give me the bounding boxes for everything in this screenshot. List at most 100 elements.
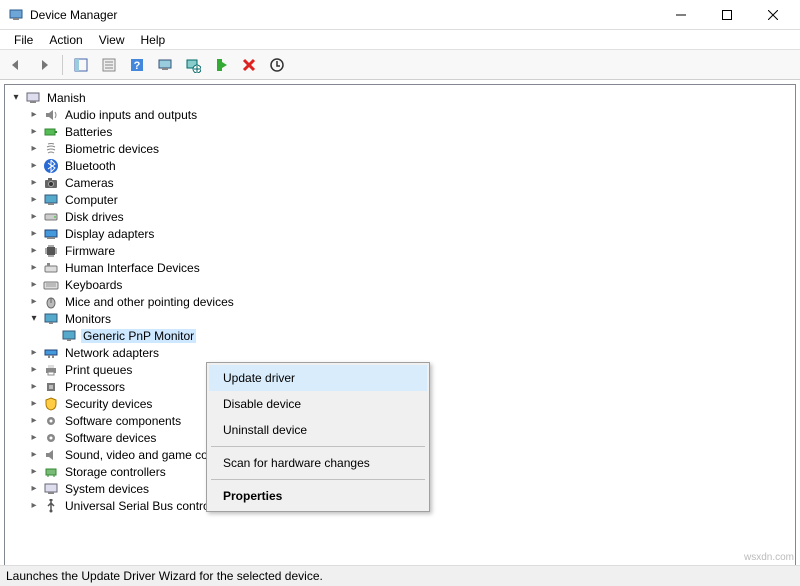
- network-icon: [43, 345, 59, 361]
- properties-button[interactable]: [97, 53, 121, 77]
- expander-icon[interactable]: [27, 346, 41, 360]
- tree-root[interactable]: Manish: [7, 89, 793, 106]
- expander-icon[interactable]: [27, 193, 41, 207]
- expander-icon[interactable]: [27, 142, 41, 156]
- tree-node-audio[interactable]: Audio inputs and outputs: [7, 106, 793, 123]
- tree-node-network[interactable]: Network adapters: [7, 344, 793, 361]
- tree-node-mice[interactable]: Mice and other pointing devices: [7, 293, 793, 310]
- toolbar: ?: [0, 50, 800, 80]
- watermark: wsxdn.com: [744, 552, 794, 563]
- tree-node-computer[interactable]: Computer: [7, 191, 793, 208]
- tree-root-label: Manish: [45, 91, 88, 105]
- expander-icon[interactable]: [27, 244, 41, 258]
- tree-node-monitors[interactable]: Monitors: [7, 310, 793, 327]
- menu-separator: [211, 479, 425, 480]
- show-hide-tree-button[interactable]: [69, 53, 93, 77]
- status-text: Launches the Update Driver Wizard for th…: [6, 569, 323, 583]
- disk-icon: [43, 209, 59, 225]
- pc-icon: [43, 192, 59, 208]
- expander-icon[interactable]: [27, 380, 41, 394]
- usb-icon: [43, 498, 59, 514]
- app-icon: [8, 7, 24, 23]
- menu-file[interactable]: File: [6, 31, 41, 49]
- maximize-button[interactable]: [704, 0, 750, 30]
- window-title: Device Manager: [30, 8, 658, 22]
- expander-icon[interactable]: [27, 312, 41, 326]
- title-bar: Device Manager: [0, 0, 800, 30]
- menu-update-driver[interactable]: Update driver: [209, 365, 427, 391]
- tree-node-batteries[interactable]: Batteries: [7, 123, 793, 140]
- forward-button[interactable]: [32, 53, 56, 77]
- tree-node-biometric[interactable]: Biometric devices: [7, 140, 793, 157]
- tree-node-display[interactable]: Display adapters: [7, 225, 793, 242]
- expander-icon[interactable]: [27, 363, 41, 377]
- tree-node-generic-pnp-monitor[interactable]: Generic PnP Monitor: [7, 327, 793, 344]
- menu-bar: File Action View Help: [0, 30, 800, 50]
- keyboard-icon: [43, 277, 59, 293]
- storage-icon: [43, 464, 59, 480]
- toolbar-separator: [62, 55, 63, 75]
- chip-icon: [43, 243, 59, 259]
- menu-scan-hardware[interactable]: Scan for hardware changes: [209, 450, 427, 476]
- expander-icon[interactable]: [27, 397, 41, 411]
- expander-icon[interactable]: [27, 414, 41, 428]
- expander-icon[interactable]: [27, 227, 41, 241]
- tree-node-keyboards[interactable]: Keyboards: [7, 276, 793, 293]
- bluetooth-icon: [43, 158, 59, 174]
- fingerprint-icon: [43, 141, 59, 157]
- expander-icon[interactable]: [27, 159, 41, 173]
- menu-disable-device[interactable]: Disable device: [209, 391, 427, 417]
- tree-node-hid[interactable]: Human Interface Devices: [7, 259, 793, 276]
- menu-uninstall-device[interactable]: Uninstall device: [209, 417, 427, 443]
- monitor-icon: [43, 311, 59, 327]
- context-menu: Update driver Disable device Uninstall d…: [206, 362, 430, 512]
- mouse-icon: [43, 294, 59, 310]
- menu-properties[interactable]: Properties: [209, 483, 427, 509]
- speaker-icon: [43, 447, 59, 463]
- shield-icon: [43, 396, 59, 412]
- expander-icon[interactable]: [27, 125, 41, 139]
- svg-text:?: ?: [134, 60, 141, 72]
- disable-device-button[interactable]: [237, 53, 261, 77]
- expander-icon[interactable]: [27, 108, 41, 122]
- tree-node-cameras[interactable]: Cameras: [7, 174, 793, 191]
- close-button[interactable]: [750, 0, 796, 30]
- help-button[interactable]: ?: [125, 53, 149, 77]
- monitor-icon: [61, 328, 77, 344]
- status-bar: Launches the Update Driver Wizard for th…: [0, 565, 800, 586]
- enable-device-button[interactable]: [209, 53, 233, 77]
- gear-icon: [43, 430, 59, 446]
- expander-icon[interactable]: [27, 431, 41, 445]
- hid-icon: [43, 260, 59, 276]
- cpu-icon: [43, 379, 59, 395]
- expander-icon[interactable]: [27, 261, 41, 275]
- expander-icon[interactable]: [27, 278, 41, 292]
- minimize-button[interactable]: [658, 0, 704, 30]
- speaker-icon: [43, 107, 59, 123]
- tree-node-firmware[interactable]: Firmware: [7, 242, 793, 259]
- gear-icon: [43, 413, 59, 429]
- back-button[interactable]: [4, 53, 28, 77]
- tree-node-bluetooth[interactable]: Bluetooth: [7, 157, 793, 174]
- menu-action[interactable]: Action: [41, 31, 90, 49]
- printer-icon: [43, 362, 59, 378]
- uninstall-device-button[interactable]: [265, 53, 289, 77]
- camera-icon: [43, 175, 59, 191]
- tree-node-disks[interactable]: Disk drives: [7, 208, 793, 225]
- expander-icon[interactable]: [27, 499, 41, 513]
- expander-icon[interactable]: [27, 295, 41, 309]
- expander-icon[interactable]: [27, 448, 41, 462]
- update-driver-button[interactable]: [181, 53, 205, 77]
- scan-hardware-button[interactable]: [153, 53, 177, 77]
- menu-view[interactable]: View: [91, 31, 133, 49]
- expander-icon[interactable]: [27, 465, 41, 479]
- system-icon: [43, 481, 59, 497]
- expander-icon[interactable]: [27, 176, 41, 190]
- expander-icon[interactable]: [9, 91, 23, 105]
- expander-icon[interactable]: [27, 482, 41, 496]
- menu-help[interactable]: Help: [133, 31, 174, 49]
- display-adapter-icon: [43, 226, 59, 242]
- expander-icon: [45, 329, 59, 343]
- computer-icon: [25, 90, 41, 106]
- expander-icon[interactable]: [27, 210, 41, 224]
